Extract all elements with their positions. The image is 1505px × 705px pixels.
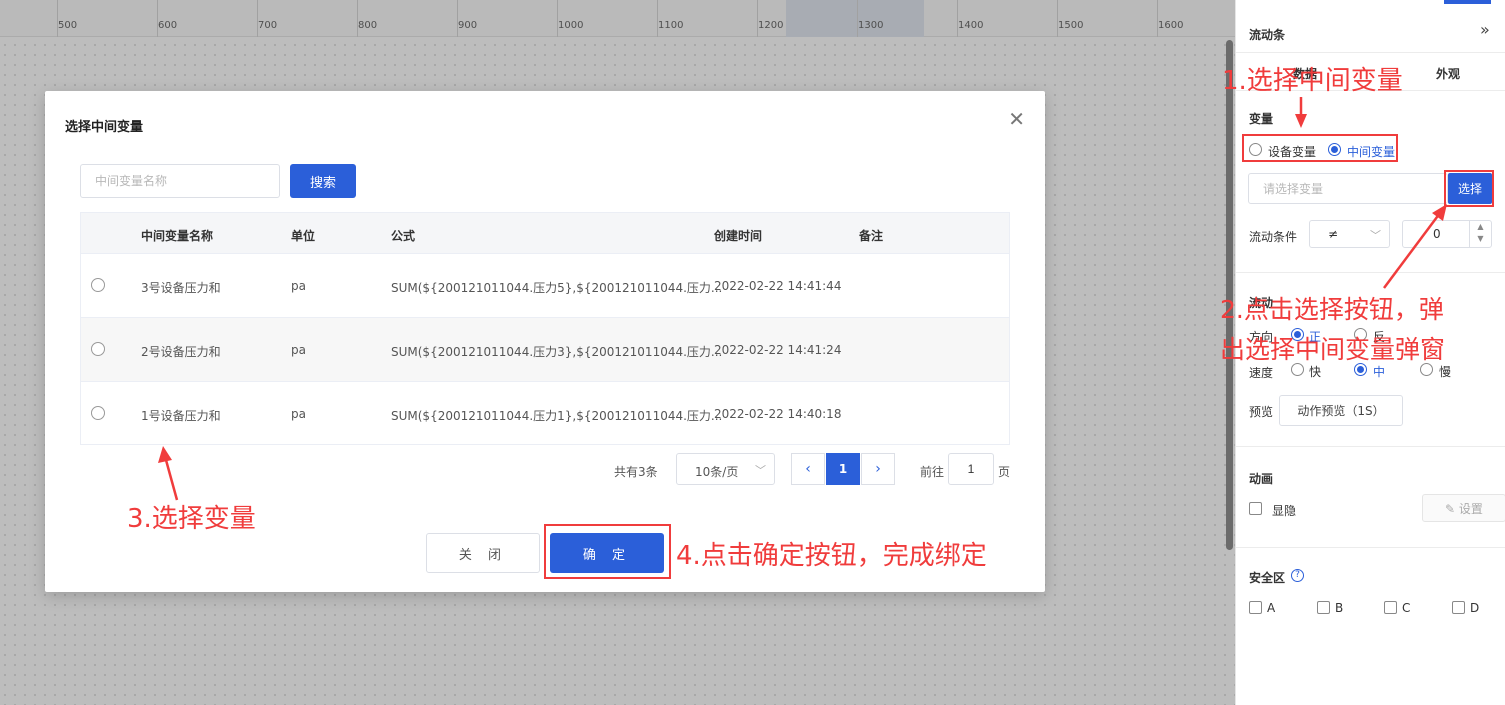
- row-formula: SUM(${200121011044.压力3},${200121011044.压…: [391, 345, 723, 359]
- row-created: 2022-02-22 14:41:24: [714, 343, 842, 357]
- divider: [1236, 446, 1505, 447]
- visibility-checkbox[interactable]: [1249, 502, 1262, 515]
- safe-zone-label-d: D: [1470, 601, 1480, 615]
- table-header: 中间变量名称 单位 公式 创建时间 备注: [81, 213, 1009, 253]
- panel-title: 流动条: [1249, 28, 1286, 42]
- table-row[interactable]: 3号设备压力和 pa SUM(${200121011044.压力5},${200…: [81, 253, 1009, 317]
- safe-zone-label-a: A: [1267, 601, 1276, 615]
- row-created: 2022-02-22 14:41:44: [714, 279, 842, 293]
- close-icon[interactable]: ✕: [1008, 109, 1025, 129]
- row-unit: pa: [291, 407, 306, 421]
- action-preview-button[interactable]: 动作预览（1S）: [1279, 395, 1403, 426]
- goto-label: 前往: [920, 465, 945, 479]
- table-row[interactable]: 2号设备压力和 pa SUM(${200121011044.压力3},${200…: [81, 317, 1009, 381]
- safe-zone-label-c: C: [1402, 601, 1411, 615]
- variable-label: 变量: [1249, 112, 1274, 126]
- row-name: 2号设备压力和: [141, 345, 221, 359]
- divider: [1236, 52, 1505, 53]
- flow-condition-label: 流动条件: [1249, 230, 1298, 244]
- tab-appearance[interactable]: 外观: [1436, 65, 1460, 82]
- column-header-formula: 公式: [391, 229, 416, 243]
- safe-zone-checkbox-d[interactable]: [1452, 601, 1465, 614]
- pagination-total: 共有3条: [614, 465, 658, 479]
- divider: [1236, 547, 1505, 548]
- speed-label: 速度: [1249, 366, 1274, 380]
- row-radio[interactable]: [91, 342, 105, 356]
- safe-zone-checkbox-a[interactable]: [1249, 601, 1262, 614]
- help-icon[interactable]: ?: [1291, 569, 1304, 582]
- safe-zone-label: 安全区: [1249, 571, 1286, 585]
- variable-name-search-input[interactable]: [80, 164, 280, 198]
- column-header-note: 备注: [859, 229, 884, 243]
- row-unit: pa: [291, 343, 306, 357]
- chevron-down-icon: ﹀: [755, 464, 766, 477]
- preview-label: 预览: [1249, 405, 1274, 419]
- settings-label: 设置: [1458, 501, 1483, 516]
- operator-value: ≠: [1328, 227, 1339, 241]
- annotation-box-variable-type: [1242, 134, 1398, 162]
- condition-operator-select[interactable]: ≠ ﹀: [1309, 220, 1390, 248]
- close-button[interactable]: 关 闭: [426, 533, 540, 573]
- animation-settings-button[interactable]: ✎ 设置: [1422, 494, 1505, 522]
- annotation-step2-line1: 2.点击选择按钮，弹: [1220, 295, 1444, 324]
- table-row[interactable]: 1号设备压力和 pa SUM(${200121011044.压力1},${200…: [81, 381, 1009, 445]
- row-radio[interactable]: [91, 406, 105, 420]
- safe-zone-checkbox-b[interactable]: [1317, 601, 1330, 614]
- column-header-created: 创建时间: [714, 229, 763, 243]
- dialog-title: 选择中间变量: [65, 120, 144, 135]
- safe-zone-checkbox-c[interactable]: [1384, 601, 1397, 614]
- prev-page-button[interactable]: ‹: [791, 453, 825, 485]
- search-button[interactable]: 搜索: [290, 164, 356, 198]
- safe-zone-label-b: B: [1335, 601, 1344, 615]
- row-name: 3号设备压力和: [141, 281, 221, 295]
- row-name: 1号设备压力和: [141, 409, 221, 423]
- annotation-step2-line2: 出选择中间变量弹窗: [1220, 335, 1446, 364]
- column-header-unit: 单位: [291, 229, 316, 243]
- annotation-step1: 1.选择中间变量: [1222, 66, 1403, 96]
- annotation-step4: 4.点击确定按钮，完成绑定: [676, 541, 987, 571]
- row-formula: SUM(${200121011044.压力1},${200121011044.压…: [391, 409, 723, 423]
- visibility-label: 显隐: [1272, 504, 1297, 518]
- variable-input[interactable]: [1248, 173, 1448, 204]
- row-formula: SUM(${200121011044.压力5},${200121011044.压…: [391, 281, 723, 295]
- page-number-button[interactable]: 1: [826, 453, 860, 485]
- row-unit: pa: [291, 279, 306, 293]
- condition-value-stepper[interactable]: 0 ▲ ▼: [1402, 220, 1492, 248]
- page-size-value: 10条/页: [695, 465, 739, 479]
- goto-suffix: 页: [998, 465, 1011, 479]
- row-radio[interactable]: [91, 278, 105, 292]
- edit-icon: ✎: [1445, 501, 1459, 516]
- next-page-button[interactable]: ›: [861, 453, 895, 485]
- annotation-box-select-button: [1444, 170, 1494, 207]
- divider: [1236, 272, 1505, 273]
- panel-top-accent: [1444, 0, 1491, 4]
- annotation-box-confirm-button: [544, 524, 671, 579]
- goto-page-input[interactable]: [948, 453, 994, 485]
- variable-table: 中间变量名称 单位 公式 创建时间 备注 3号设备压力和 pa SUM(${20…: [80, 212, 1010, 445]
- chevron-down-icon: ﹀: [1370, 229, 1381, 242]
- stepper-arrows-icon[interactable]: ▲ ▼: [1469, 221, 1491, 247]
- condition-value: 0: [1433, 227, 1441, 241]
- page-size-select[interactable]: 10条/页 ﹀: [676, 453, 775, 485]
- collapse-icon[interactable]: »: [1480, 20, 1490, 39]
- row-created: 2022-02-22 14:40:18: [714, 407, 842, 421]
- column-header-name: 中间变量名称: [141, 229, 214, 243]
- animation-section-label: 动画: [1249, 472, 1274, 486]
- annotation-step3: 3.选择变量: [127, 504, 256, 534]
